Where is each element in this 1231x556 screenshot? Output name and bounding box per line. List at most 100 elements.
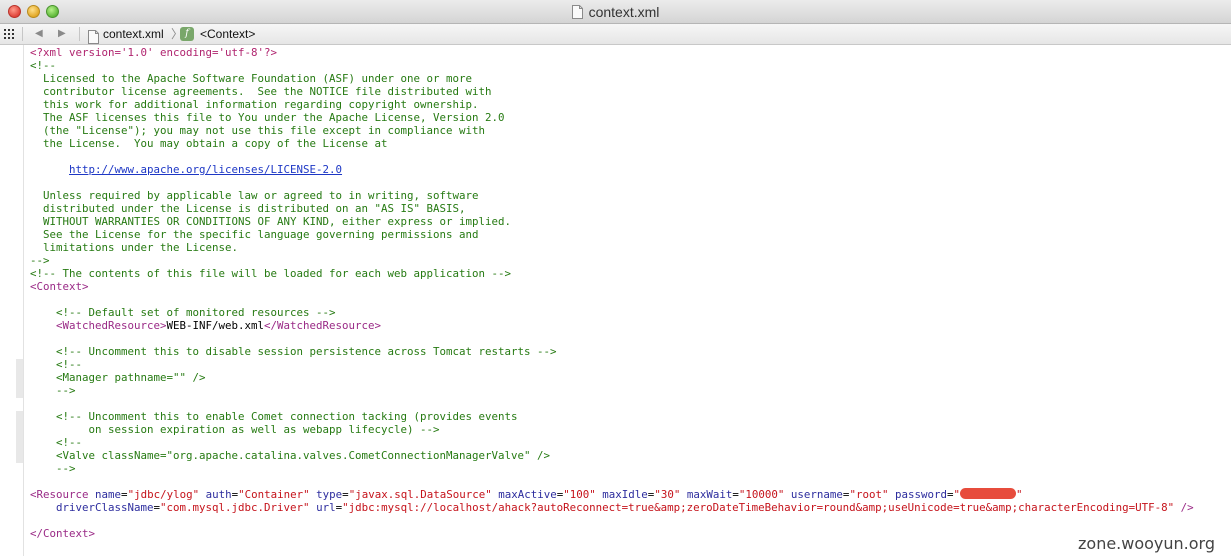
code-editor[interactable]: <?xml version='1.0' encoding='utf-8'?> <!…	[30, 46, 1194, 540]
code-token-str: "	[953, 488, 961, 501]
code-line: driverClassName="com.mysql.jdbc.Driver" …	[30, 501, 1194, 514]
fold-marker[interactable]	[16, 359, 23, 398]
code-token-comment: on session expiration as well as webapp …	[30, 423, 440, 436]
code-token-attr: auth	[205, 488, 232, 501]
code-token-str: "Container"	[238, 488, 310, 501]
code-line: <Resource name="jdbc/ylog" auth="Contain…	[30, 488, 1194, 501]
code-line: -->	[30, 462, 1194, 475]
code-line: <!--	[30, 358, 1194, 371]
code-line: </Context>	[30, 527, 1194, 540]
code-token-comment: <!--	[30, 358, 83, 371]
code-line: Unless required by applicable law or agr…	[30, 189, 1194, 202]
code-token-tag: </Context>	[30, 527, 96, 540]
watermark: zone.wooyun.org	[1074, 534, 1219, 553]
code-line: distributed under the License is distrib…	[30, 202, 1194, 215]
navigation-bar: ◀ ▶ context.xml 〉 f <Context>	[0, 24, 1231, 45]
code-token-attr: username	[790, 488, 843, 501]
code-line: contributor license agreements. See the …	[30, 85, 1194, 98]
code-line: <WatchedResource>WEB-INF/web.xml</Watche…	[30, 319, 1194, 332]
code-token-tag: </WatchedResource>	[264, 319, 382, 332]
code-token-str: "com.mysql.jdbc.Driver"	[160, 501, 310, 514]
code-token-attr: maxActive	[498, 488, 557, 501]
breadcrumb-file[interactable]: context.xml	[103, 24, 164, 44]
code-token-comment: -->	[30, 462, 76, 475]
title-bar: context.xml	[0, 0, 1231, 24]
code-token-str: "javax.sql.DataSource"	[348, 488, 492, 501]
code-token-str: "root"	[849, 488, 889, 501]
related-items-grid-icon[interactable]	[4, 29, 14, 39]
code-line: this work for additional information reg…	[30, 98, 1194, 111]
code-line: limitations under the License.	[30, 241, 1194, 254]
code-token-str: "10000"	[738, 488, 785, 501]
code-token-comment: See the License for the specific languag…	[30, 228, 479, 241]
code-token-comment: this work for additional information reg…	[30, 98, 479, 111]
code-token-comment	[30, 163, 69, 176]
file-icon	[88, 30, 99, 44]
code-line: http://www.apache.org/licenses/LICENSE-2…	[30, 163, 1194, 176]
code-token-attr: driverClassName	[56, 501, 154, 514]
code-token-attr: name	[95, 488, 122, 501]
function-icon: f	[180, 27, 194, 41]
breadcrumb-element[interactable]: <Context>	[200, 24, 255, 44]
code-line: The ASF licenses this file to You under …	[30, 111, 1194, 124]
code-token-comment: -->	[30, 254, 50, 267]
code-line: <!--	[30, 59, 1194, 72]
code-token-comment: <!-- The contents of this file will be l…	[30, 267, 512, 280]
code-line: (the "License"); you may not use this fi…	[30, 124, 1194, 137]
code-token-comment: <!-- Uncomment this to enable Comet conn…	[30, 410, 518, 423]
back-arrow-icon[interactable]: ◀	[35, 24, 43, 44]
code-token-attr: password	[894, 488, 947, 501]
code-token-comment: distributed under the License is distrib…	[30, 202, 466, 215]
code-line: <Valve className="org.apache.catalina.va…	[30, 449, 1194, 462]
code-token-comment: <!--	[30, 59, 57, 72]
code-token-comment: Licensed to the Apache Software Foundati…	[30, 72, 473, 85]
code-token-comment: <Manager pathname="" />	[30, 371, 206, 384]
nav-separator	[79, 27, 80, 41]
code-line: See the License for the specific languag…	[30, 228, 1194, 241]
code-token-str: "jdbc/ylog"	[127, 488, 200, 501]
code-line: <Context>	[30, 280, 1194, 293]
code-line: on session expiration as well as webapp …	[30, 423, 1194, 436]
code-token-pi: <?xml version='1.0' encoding='utf-8'?>	[30, 46, 278, 59]
document-icon	[571, 5, 583, 19]
code-token-attr: url	[316, 501, 336, 514]
code-token-tag: <Context>	[30, 280, 89, 293]
code-token-txt: WEB-INF/web.xml	[166, 319, 265, 332]
code-token-str: "30"	[654, 488, 681, 501]
code-token-comment: <Valve className="org.apache.catalina.va…	[30, 449, 551, 462]
window-title-group: context.xml	[0, 4, 1231, 20]
code-token-url[interactable]: http://www.apache.org/licenses/LICENSE-2…	[69, 163, 342, 176]
code-line: Licensed to the Apache Software Foundati…	[30, 72, 1194, 85]
code-token-comment: The ASF licenses this file to You under …	[30, 111, 505, 124]
code-token-str: "jdbc:mysql://localhost/ahack?autoReconn…	[342, 501, 1175, 514]
code-token-comment: <!--	[30, 436, 83, 449]
code-line: <Manager pathname="" />	[30, 371, 1194, 384]
code-line: <!-- Default set of monitored resources …	[30, 306, 1194, 319]
code-line: <!-- The contents of this file will be l…	[30, 267, 1194, 280]
code-token-tag: <Resource	[30, 488, 89, 501]
code-token-attr: type	[316, 488, 343, 501]
code-token-str: "100"	[563, 488, 596, 501]
forward-arrow-icon[interactable]: ▶	[58, 24, 66, 44]
code-line: -->	[30, 254, 1194, 267]
code-line: the License. You may obtain a copy of th…	[30, 137, 1194, 150]
code-token-str: "	[1016, 488, 1023, 501]
code-line: <!-- Uncomment this to disable session p…	[30, 345, 1194, 358]
code-line: WITHOUT WARRANTIES OR CONDITIONS OF ANY …	[30, 215, 1194, 228]
code-token-comment: WITHOUT WARRANTIES OR CONDITIONS OF ANY …	[30, 215, 512, 228]
code-token-comment: -->	[30, 384, 76, 397]
fold-marker[interactable]	[16, 411, 23, 463]
redacted-password	[960, 488, 1017, 499]
window-title: context.xml	[588, 4, 660, 20]
code-token-attr: maxIdle	[602, 488, 648, 501]
code-token-attr: maxWait	[686, 488, 733, 501]
gutter-divider	[23, 45, 24, 556]
